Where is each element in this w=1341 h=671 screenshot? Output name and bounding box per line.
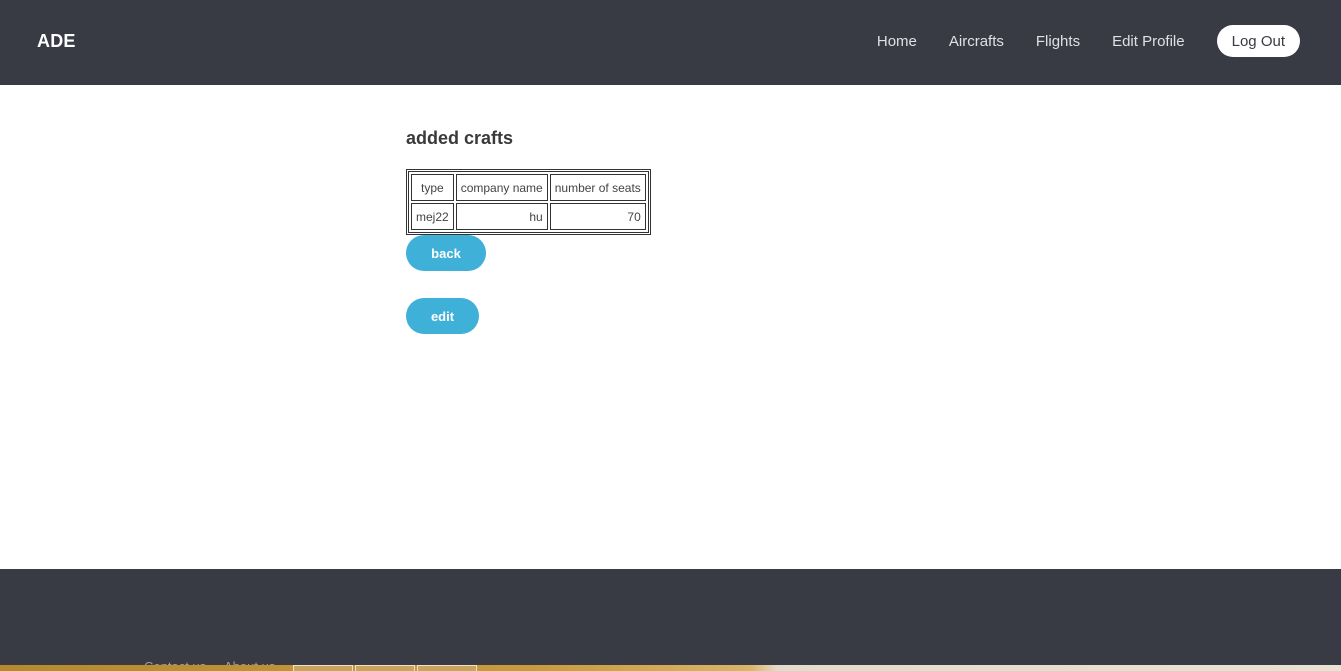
nav-menu: Home Aircrafts Flights Edit Profile Log …: [877, 25, 1300, 57]
nav-home-link[interactable]: Home: [877, 33, 917, 50]
footer: Contact us About us: [0, 569, 1341, 671]
page-title: added crafts: [406, 128, 514, 148]
main-content: added crafts type company name number of…: [406, 128, 651, 334]
table-cell-company-name: hu: [455, 203, 548, 230]
nav-edit-profile-link[interactable]: Edit Profile: [1112, 33, 1185, 50]
nav-aircrafts-link[interactable]: Aircrafts: [949, 33, 1004, 50]
nav-flights-link[interactable]: Flights: [1036, 33, 1080, 50]
column-header-type: type: [411, 174, 454, 201]
table-cell-type: mej22: [411, 203, 454, 230]
crafts-table: type company name number of seats mej22 …: [406, 169, 651, 235]
edit-button[interactable]: edit: [406, 298, 479, 334]
column-header-company-name: company name: [455, 174, 548, 201]
footer-banner-strip: [0, 665, 1341, 671]
table-cell-number-of-seats: 70: [549, 203, 646, 230]
footer-thumbnail: [355, 665, 415, 671]
logout-button[interactable]: Log Out: [1216, 25, 1300, 57]
footer-thumbnail: [293, 665, 353, 671]
column-header-number-of-seats: number of seats: [549, 174, 646, 201]
back-button[interactable]: back: [406, 235, 486, 271]
table-header-row: type company name number of seats: [411, 174, 646, 201]
table-row: mej22 hu 70: [411, 203, 646, 230]
brand-logo[interactable]: ADE: [37, 31, 76, 52]
footer-thumbnail: [417, 665, 477, 671]
top-navbar: ADE Home Aircrafts Flights Edit Profile …: [0, 0, 1341, 85]
